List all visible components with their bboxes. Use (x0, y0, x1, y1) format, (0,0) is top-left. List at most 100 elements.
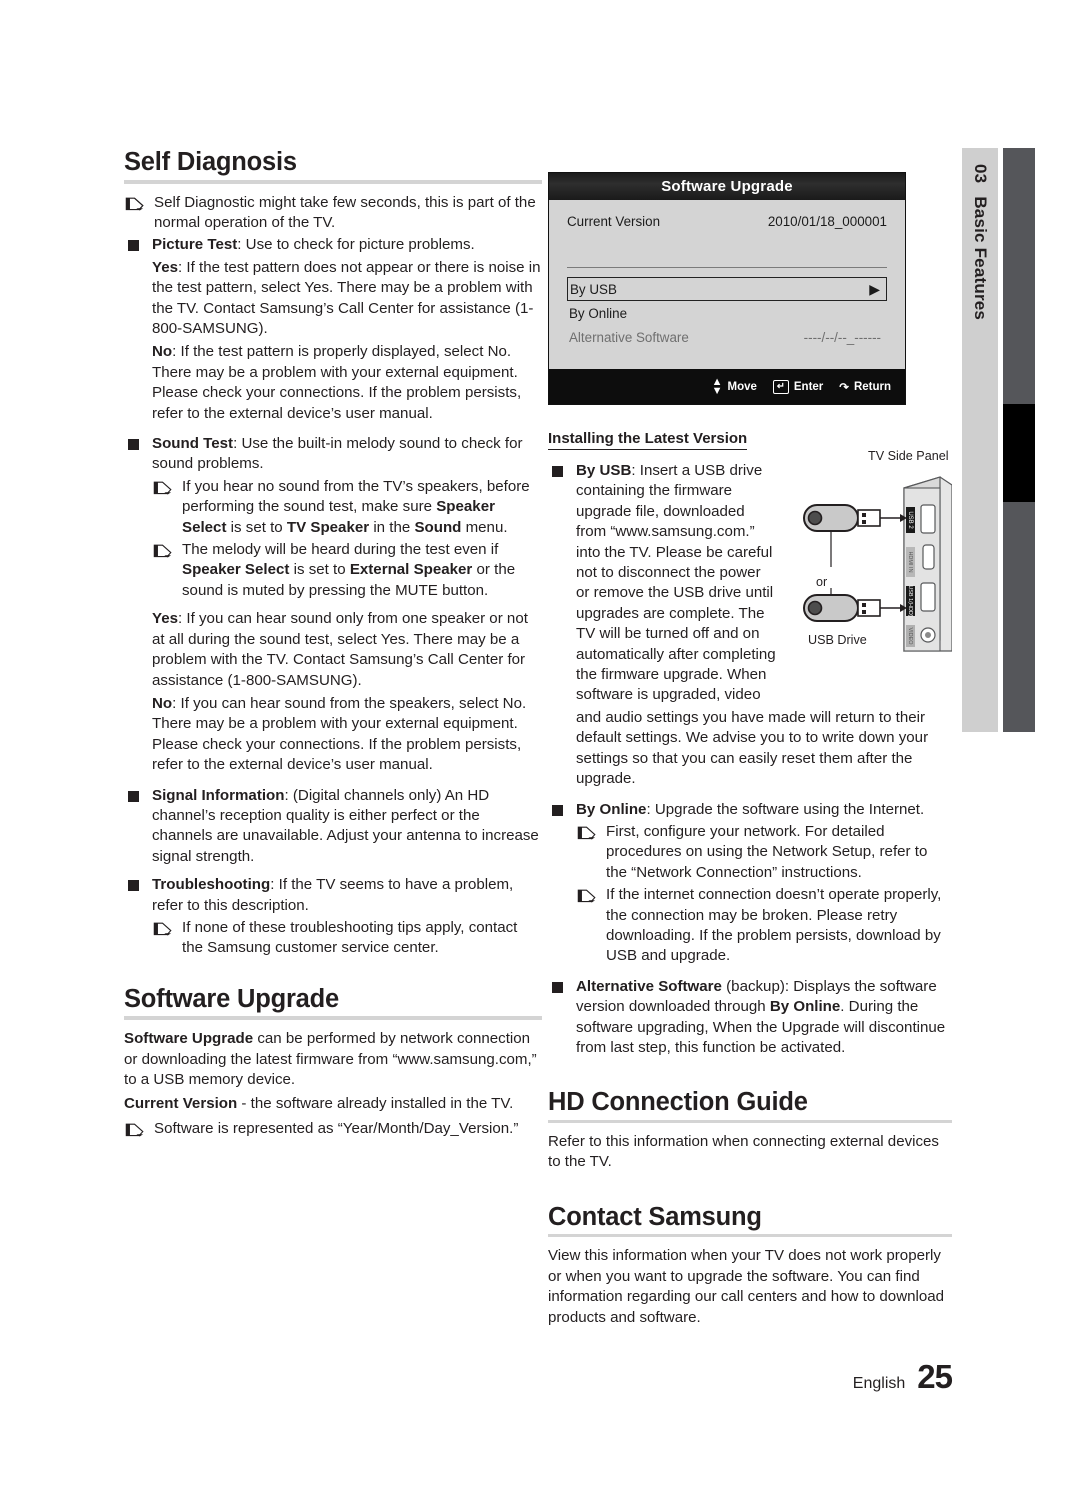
square-bullet-icon (128, 880, 139, 892)
pencil-icon (124, 1122, 146, 1138)
current-version-desc: - the software already installed in the … (237, 1094, 514, 1112)
osd-item-label: Alternative Software (569, 329, 689, 345)
sound-test-no: No: If you can hear sound from the speak… (152, 694, 542, 776)
or-label: or (816, 575, 828, 589)
note1-g: menu. (461, 518, 508, 536)
usb-drive-label: USB Drive (808, 633, 867, 647)
osd-title: Software Upgrade (549, 173, 905, 200)
heading-rule (548, 1234, 952, 1238)
return-arrow-icon: ↷ (839, 381, 849, 394)
note1-d: TV Speaker (286, 518, 370, 536)
note2-a: The melody will be heard during the test… (182, 541, 499, 559)
osd-software-upgrade-menu: Software Upgrade Current Version 2010/01… (548, 172, 906, 405)
heading-contact-samsung: Contact Samsung (548, 1202, 762, 1231)
note-text: First, configure your network. For detai… (606, 822, 928, 881)
bullet-troubleshooting: Troubleshooting: If the TV seems to have… (124, 875, 542, 916)
page-footer: English 25 (0, 1358, 1080, 1396)
osd-item-value: ----/--/--_------ (803, 329, 881, 345)
osd-current-version-value: 2010/01/18_000001 (767, 214, 887, 229)
osd-separator (567, 267, 887, 268)
up-down-arrows-icon: ▲ ▼ (711, 375, 723, 397)
chapter-tab: 03 Basic Features (962, 148, 998, 732)
note-text: If none of these troubleshooting tips ap… (182, 918, 518, 957)
note-speaker-select-2: The melody will be heard during the test… (152, 540, 542, 601)
no-term: No (152, 694, 173, 712)
yes-term: Yes (152, 258, 179, 276)
svg-text:HDMI IN: HDMI IN (907, 551, 913, 572)
chevron-right-icon: ▶ (869, 281, 880, 297)
troubleshooting-term: Troubleshooting (152, 876, 271, 894)
svg-text:USB 1(HDD): USB 1(HDD) (907, 585, 913, 617)
software-upgrade-p1: Software Upgrade can be performed by net… (124, 1029, 542, 1090)
note-speaker-select-1: If you hear no sound from the TV’s speak… (152, 477, 542, 538)
square-bullet-icon (128, 240, 139, 252)
osd-hint-return-label: Return (853, 380, 891, 393)
heading-installing-latest-version: Installing the Latest Version (548, 430, 748, 450)
osd-hint-enter-label: Enter (793, 380, 824, 393)
no-term: No (152, 343, 173, 361)
note2-b: Speaker Select (182, 561, 290, 579)
picture-test-desc: : Use to check for picture problems. (237, 236, 475, 254)
contact-samsung-body: View this information when your TV does … (548, 1247, 945, 1326)
bullet-sound-test: Sound Test: Use the built-in melody soun… (124, 434, 542, 475)
note-text: If the internet connection doesn’t opera… (606, 886, 942, 965)
alternative-software-desc-b: By Online (769, 998, 841, 1016)
pencil-icon (576, 825, 598, 841)
square-bullet-icon (128, 790, 139, 802)
no-desc: : If you can hear sound from the speaker… (152, 694, 527, 774)
note-software-version-format: Software is represented as “Year/Month/D… (124, 1119, 542, 1139)
pencil-icon (124, 196, 146, 212)
bullet-by-online: By Online: Upgrade the software using th… (548, 800, 952, 820)
chapter-title: Basic Features (971, 196, 990, 321)
osd-current-version-row: Current Version 2010/01/18_000001 (567, 214, 887, 229)
osd-item-alternative-software[interactable]: Alternative Software ----/--/--_------ (567, 325, 887, 349)
heading-rule (124, 1016, 542, 1021)
usb-connection-diagram: TV Side Panel or USB Drive USB 2 HDMI IN… (800, 449, 953, 670)
heading-self-diagnosis: Self Diagnosis (124, 148, 297, 176)
pencil-icon (152, 480, 174, 496)
note2-c: is set to (289, 561, 350, 579)
yes-desc: : If the test pattern does not appear or… (152, 258, 541, 338)
heading-rule (124, 179, 542, 184)
bullet-signal-information: Signal Information: (Digital channels on… (124, 786, 542, 868)
chapter-progress-active (1003, 404, 1035, 502)
bullet-by-usb: By USB: Insert a USB drive containing th… (548, 461, 778, 706)
svg-text:VIDEO: VIDEO (907, 627, 913, 645)
by-usb-term: By USB (576, 462, 632, 479)
sound-test-yes: Yes: If you can hear sound only from one… (152, 609, 542, 691)
osd-hint-return: ↷ Return (839, 380, 891, 394)
osd-footer-hints: ▲ ▼ Move ↵ Enter ↷ Return (549, 369, 905, 404)
manual-page: 03 Basic Features Self Diagnosis Self Di… (0, 0, 1080, 1494)
chapter-number: 03 (971, 164, 990, 184)
picture-test-no: No: If the test pattern is properly disp… (152, 342, 542, 424)
note1-f: Sound (414, 518, 462, 536)
heading-hd-connection-guide: HD Connection Guide (548, 1088, 808, 1117)
osd-item-label: By Online (569, 305, 628, 321)
osd-item-by-usb[interactable]: By USB ▶ (567, 277, 887, 301)
by-online-term: By Online (576, 800, 647, 818)
chapter-tab-text: 03 Basic Features (962, 148, 998, 732)
by-usb-desc: : Insert a USB drive containing the firm… (576, 462, 776, 704)
note-internet-connection: If the internet connection doesn’t opera… (576, 885, 952, 967)
note1-e: in the (369, 518, 415, 536)
heading-rule (548, 1119, 952, 1123)
note-troubleshooting: If none of these troubleshooting tips ap… (152, 918, 542, 959)
signal-information-term: Signal Information (152, 786, 285, 804)
osd-hint-move-label: Move (727, 380, 757, 393)
osd-body: Current Version 2010/01/18_000001 By USB… (549, 200, 905, 370)
by-online-desc: : Upgrade the software using the Interne… (646, 800, 925, 818)
sound-test-term: Sound Test (152, 435, 234, 453)
osd-item-by-online[interactable]: By Online (567, 301, 887, 325)
osd-hint-move: ▲ ▼ Move (711, 375, 757, 397)
pencil-icon (152, 543, 174, 559)
note2-d: External Speaker (349, 561, 473, 579)
current-version-term: Current Version (124, 1094, 238, 1112)
osd-item-label: By USB (570, 281, 617, 297)
no-desc: : If the test pattern is properly displa… (152, 343, 522, 422)
square-bullet-icon (552, 466, 563, 477)
yes-desc: : If you can hear sound only from one sp… (152, 610, 528, 689)
square-bullet-icon (552, 981, 563, 993)
osd-current-version-label: Current Version (567, 214, 661, 229)
footer-language: English (852, 1375, 906, 1392)
svg-text:USB 2: USB 2 (907, 511, 913, 529)
